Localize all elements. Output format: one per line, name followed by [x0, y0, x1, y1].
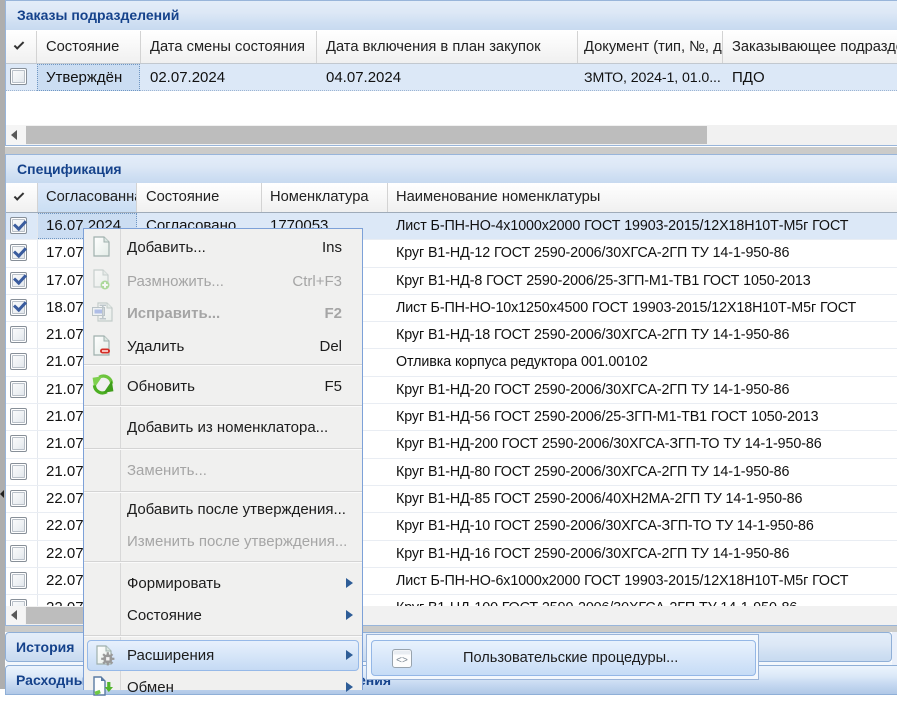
svg-text:<>: <> [396, 655, 408, 666]
